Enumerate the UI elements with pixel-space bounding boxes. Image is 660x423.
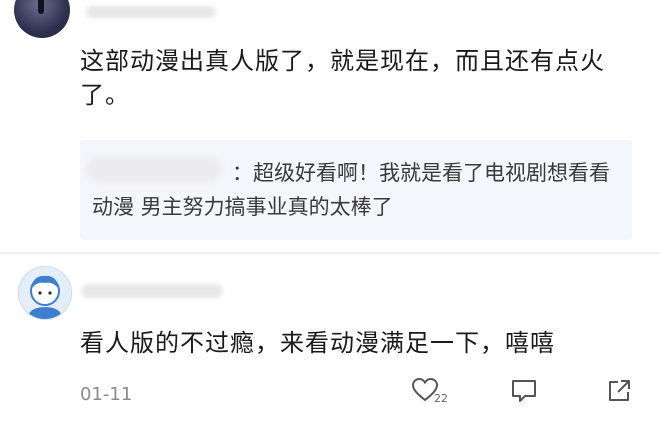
like-button[interactable]: 22 [411,377,456,410]
comment-text: 这部动漫出真人版了，就是现在，而且还有点火了。 [80,47,605,109]
like-count: 22 [434,392,448,405]
avatar[interactable] [18,266,72,320]
avatar-figure [38,0,44,14]
avatar-face-icon [27,275,63,319]
reply-box[interactable]: ：超级好看啊！我就是看了电视剧想看看动漫 男主努力搞事业真的太棒了 [80,140,632,240]
comment-button[interactable] [510,378,540,408]
username-blurred [82,284,222,298]
comment-text: 看人版的不过瘾，来看动漫满足一下，嘻嘻 [80,329,555,357]
reply-separator: ： [232,161,253,185]
divider [0,252,660,254]
timestamp: 01-11 [80,384,133,405]
share-icon [609,380,630,401]
reply-content: 超级好看啊！我就是看了电视剧想看看动漫 男主努力搞事业真的太棒了 [92,161,610,219]
share-button[interactable] [606,378,636,408]
reply-text: ：超级好看啊！我就是看了电视剧想看看动漫 男主努力搞事业真的太棒了 [92,156,612,224]
avatar[interactable] [14,0,70,38]
username-blurred [86,6,216,18]
comment-icon [512,380,536,402]
